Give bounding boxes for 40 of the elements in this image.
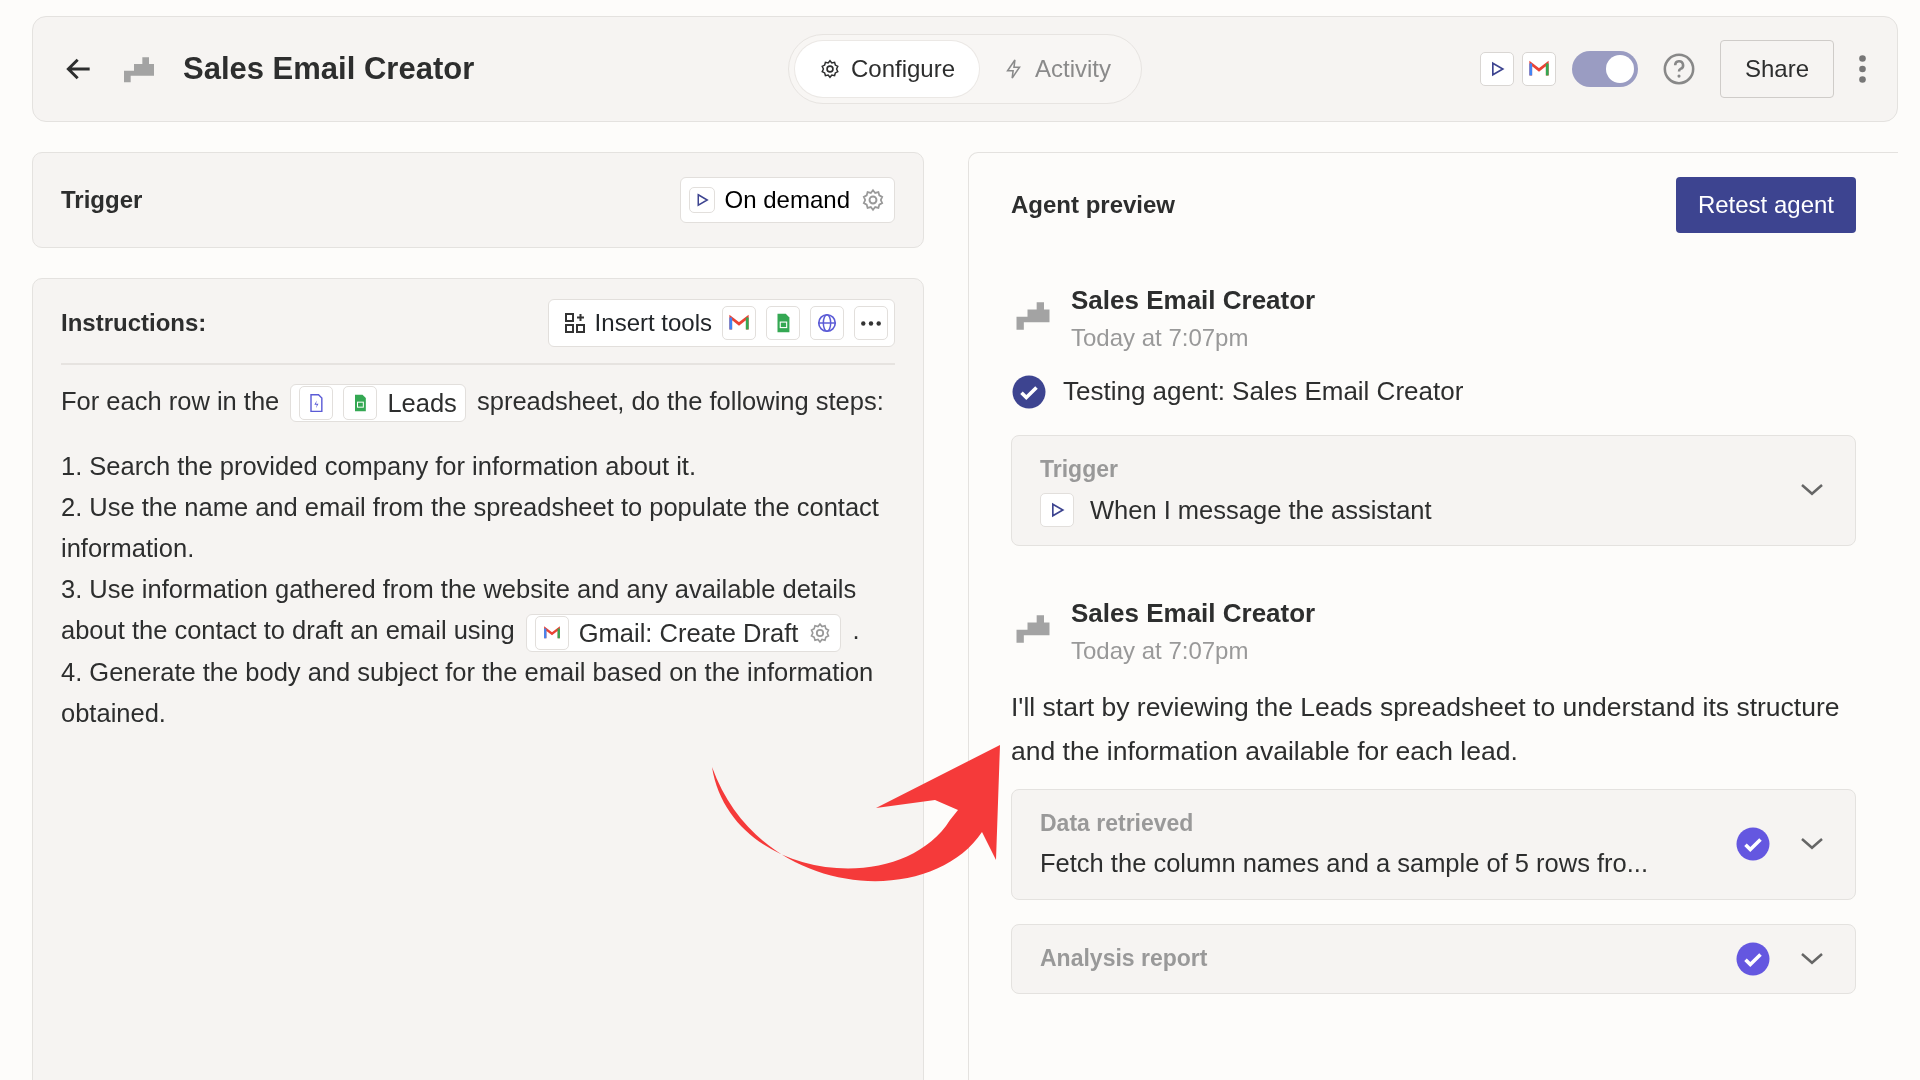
sender-name: Sales Email Creator bbox=[1071, 596, 1316, 630]
step-label: Analysis report bbox=[1040, 944, 1209, 974]
instruction-paragraph: 3. Use information gathered from the website and any available details about the contact to draft an email using Gmail: Create Draft . bbox=[61, 569, 895, 652]
globe-icon bbox=[816, 312, 838, 334]
instruction-paragraph: 1. Search the provided company for information about it. bbox=[61, 451, 698, 483]
tool-button[interactable] bbox=[810, 306, 844, 340]
instruction-paragraph: 4. Generate the body and subject for the email based on the information obtained. bbox=[61, 656, 875, 729]
trigger-label: Trigger bbox=[61, 185, 143, 215]
more-button[interactable] bbox=[1858, 54, 1867, 84]
step-text: When I message the assistant bbox=[1090, 494, 1432, 526]
retest-agent-button[interactable]: Retest agent bbox=[1675, 177, 1856, 233]
insert-tools-button[interactable]: Insert tools bbox=[562, 305, 712, 341]
help-icon bbox=[1661, 52, 1696, 86]
step-label: Data retrieved bbox=[1040, 808, 1195, 838]
step-label: Trigger bbox=[1040, 455, 1119, 484]
tool-button[interactable] bbox=[854, 306, 888, 340]
preview-title: Agent preview bbox=[1011, 190, 1176, 220]
spreadsheet-chip: Leads bbox=[290, 384, 466, 423]
instruction-paragraph: For each row in the Leads spreadsheet, do the following steps: bbox=[61, 381, 895, 423]
more-icon bbox=[860, 319, 882, 327]
timestamp: Today at 7:07pm bbox=[1071, 635, 1250, 666]
step-text: Fetch the column names and a sample of 5 rows fro... bbox=[1040, 848, 1649, 880]
settings-icon bbox=[818, 58, 841, 80]
tab[interactable]: Configure bbox=[794, 41, 980, 97]
instruction-paragraph: 2. Use the name and email from the spreadsheet to populate the contact information. bbox=[61, 492, 880, 565]
timestamp: Today at 7:07pm bbox=[1071, 323, 1250, 353]
more-icon bbox=[1858, 54, 1867, 84]
help-button[interactable] bbox=[1661, 52, 1696, 86]
gmail-tool-chip: Gmail: Create Draft bbox=[525, 613, 842, 652]
share-button[interactable]: Share bbox=[1719, 40, 1834, 98]
check-circle-icon bbox=[1011, 373, 1047, 410]
reply-text: I'll start by reviewing the Leads spreadsheet to understand its structure and the information available for each lead. bbox=[1011, 690, 1841, 768]
settings-icon bbox=[860, 187, 886, 213]
agent-title: Sales Email Creator bbox=[183, 49, 475, 88]
instructions-label: Instructions: bbox=[61, 308, 207, 338]
sender-name: Sales Email Creator bbox=[1071, 284, 1316, 317]
trigger-button[interactable]: On demand bbox=[679, 177, 895, 223]
status-text: Testing agent: Sales Email Creator bbox=[1063, 375, 1464, 408]
insert-grid-icon bbox=[562, 311, 587, 335]
toggle-switch[interactable] bbox=[1571, 51, 1638, 87]
